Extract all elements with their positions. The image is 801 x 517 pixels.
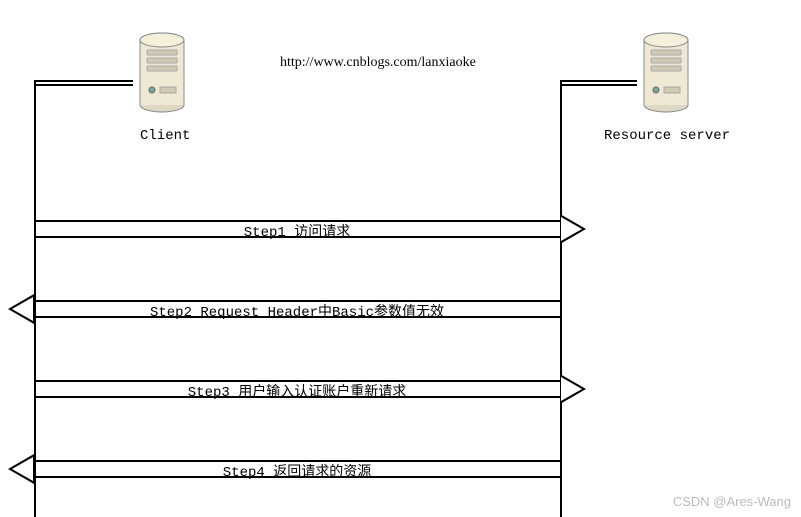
arrow-step2: Step2 Request Header中Basic参数值无效 [34,300,560,318]
server-lifeline [560,81,562,517]
arrow-step3: Step3 用户输入认证账户重新请求 [34,380,560,398]
resource-server-label: Resource server [604,128,730,144]
watermark-text: CSDN @Ares-Wang [673,494,791,509]
header-url: http://www.cnblogs.com/lanxiaoke [280,55,476,71]
step2-label: Step2 Request Header中Basic参数值无效 [34,301,560,321]
client-lifeline [34,81,36,517]
client-label: Client [140,128,190,144]
arrow-step4: Step4 返回请求的资源 [34,460,560,478]
server-entry-line [560,80,637,86]
client-server-icon [132,30,192,120]
step3-label: Step3 用户输入认证账户重新请求 [34,381,560,401]
step4-label: Step4 返回请求的资源 [34,461,560,481]
client-entry-line [34,80,133,86]
arrow-step1: Step1 访问请求 [34,220,560,238]
resource-server-icon [636,30,696,120]
step1-label: Step1 访问请求 [34,221,560,241]
